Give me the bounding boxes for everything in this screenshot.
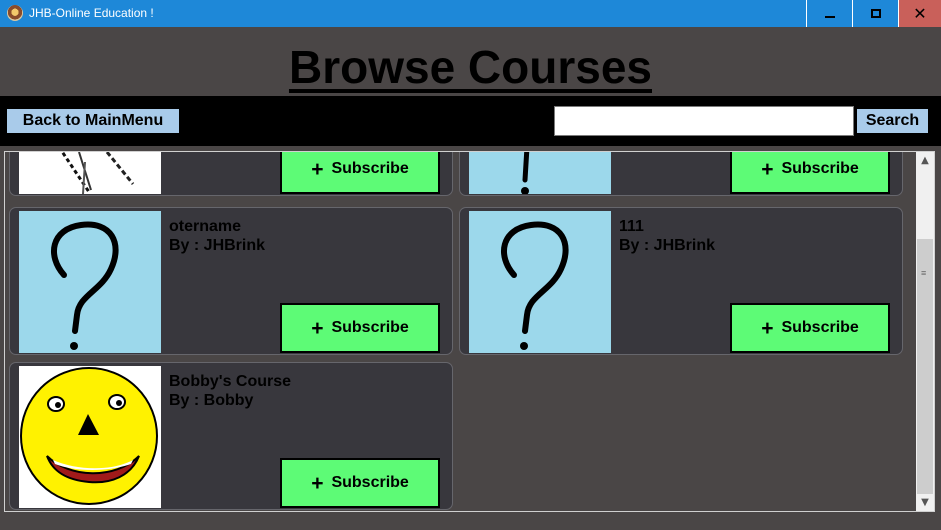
course-card: + Subscribe xyxy=(459,152,903,196)
close-icon: ✕ xyxy=(913,3,927,23)
vertical-scrollbar[interactable]: ▲ ≡ ▼ xyxy=(916,152,934,511)
subscribe-button[interactable]: + Subscribe xyxy=(280,152,440,194)
window-title: JHB-Online Education ! xyxy=(29,6,154,20)
scroll-down-arrow-icon[interactable]: ▼ xyxy=(916,494,934,511)
plus-icon: + xyxy=(761,157,774,181)
subscribe-button[interactable]: + Subscribe xyxy=(730,152,890,194)
course-name: otername xyxy=(169,218,242,235)
subscribe-label: Subscribe xyxy=(781,160,859,177)
plus-icon: + xyxy=(311,471,324,495)
course-list-viewport: + Subscribe + Subscribe otername By : JH xyxy=(5,152,916,511)
subscribe-button[interactable]: + Subscribe xyxy=(280,458,440,508)
search-button[interactable]: Search xyxy=(857,109,928,133)
scroll-up-arrow-icon[interactable]: ▲ xyxy=(916,152,934,169)
course-card: 111 By : JHBrink + Subscribe xyxy=(459,207,903,355)
course-thumbnail xyxy=(469,211,611,353)
scrollbar-grip-icon: ≡ xyxy=(921,268,927,278)
course-card: otername By : JHBrink + Subscribe xyxy=(9,207,453,355)
subscribe-button[interactable]: + Subscribe xyxy=(730,303,890,353)
close-button[interactable]: ✕ xyxy=(898,0,941,27)
page-title: Browse Courses xyxy=(288,41,652,93)
course-thumbnail xyxy=(19,366,161,508)
minimize-icon xyxy=(824,16,835,18)
course-author: By : JHBrink xyxy=(619,237,716,254)
course-author: By : Bobby xyxy=(169,392,254,409)
back-to-main-menu-button[interactable]: Back to MainMenu xyxy=(7,109,179,133)
plus-icon: + xyxy=(311,316,324,340)
sketch-icon xyxy=(19,152,161,194)
page-title-wrapper: Browse Courses xyxy=(0,40,941,94)
question-mark-icon xyxy=(469,152,611,194)
minimize-button[interactable] xyxy=(806,0,852,27)
subscribe-label: Subscribe xyxy=(331,160,409,177)
maximize-button[interactable] xyxy=(852,0,898,27)
search-input[interactable] xyxy=(554,106,854,136)
course-author: By : JHBrink xyxy=(169,237,266,254)
course-card: Bobby's Course By : Bobby + Subscribe xyxy=(9,362,453,510)
subscribe-button[interactable]: + Subscribe xyxy=(280,303,440,353)
maximize-icon xyxy=(870,9,881,18)
smiley-face-icon xyxy=(19,366,161,508)
app-icon xyxy=(7,5,23,21)
course-card: + Subscribe xyxy=(9,152,453,196)
subscribe-label: Subscribe xyxy=(781,319,859,336)
plus-icon: + xyxy=(311,157,324,181)
subscribe-label: Subscribe xyxy=(331,474,409,491)
question-mark-icon xyxy=(469,211,611,353)
course-thumbnail xyxy=(469,152,611,194)
plus-icon: + xyxy=(761,316,774,340)
question-mark-icon xyxy=(19,211,161,353)
course-name: Bobby's Course xyxy=(169,373,292,390)
subscribe-label: Subscribe xyxy=(331,319,409,336)
course-thumbnail xyxy=(19,152,161,194)
course-thumbnail xyxy=(19,211,161,353)
course-name: 111 xyxy=(619,218,644,235)
